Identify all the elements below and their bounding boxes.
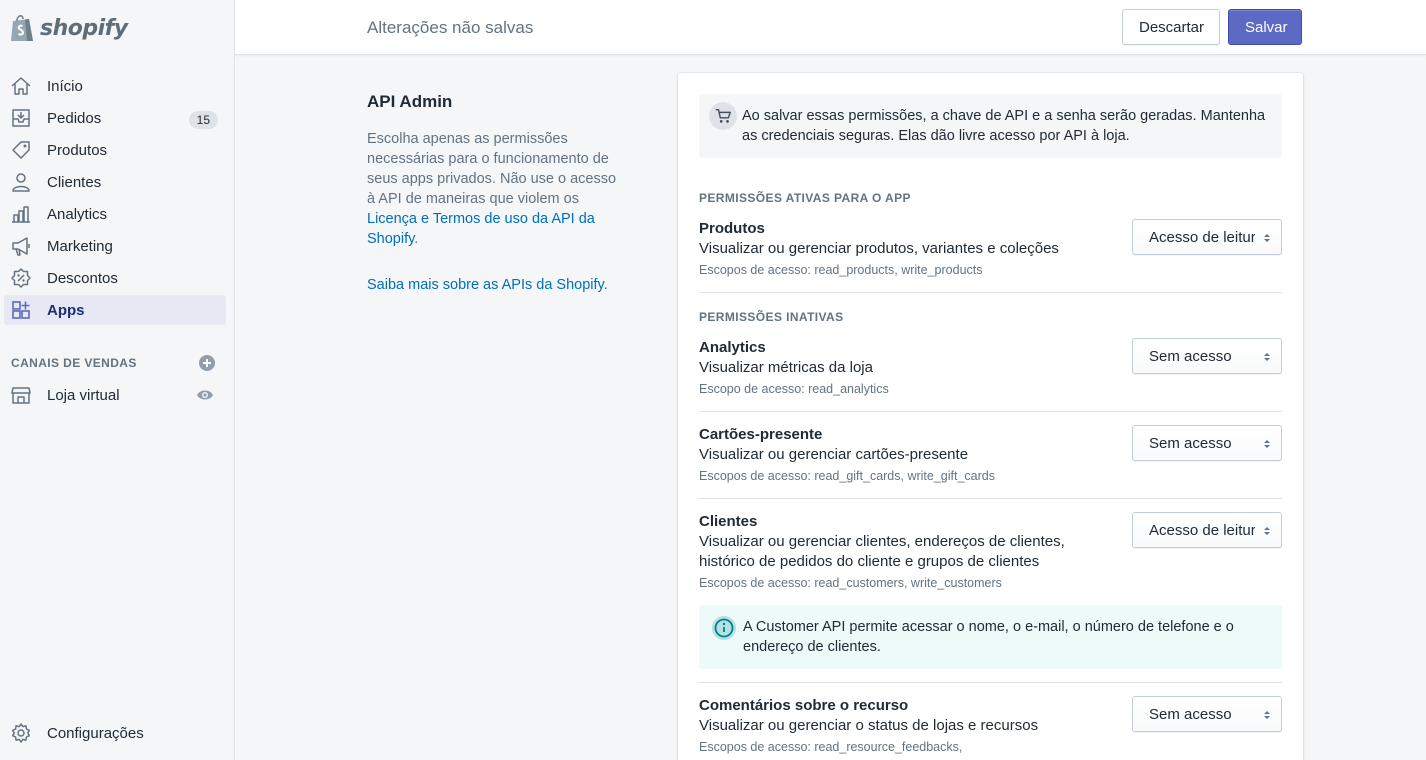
section-description: Escolha apenas as permissões necessárias… xyxy=(367,129,619,249)
sales-channels-title: CANAIS DE VENDAS xyxy=(11,356,137,370)
description-text: Escolha apenas as permissões necessárias… xyxy=(367,131,617,207)
shopify-bag-icon xyxy=(11,15,33,41)
access-select-analytics[interactable]: Sem acesso xyxy=(1132,338,1282,374)
api-admin-description: API Admin Escolha apenas as permissões n… xyxy=(367,92,619,293)
orders-count-badge: 15 xyxy=(188,111,218,129)
sidebar-item-configuracoes[interactable]: Configurações xyxy=(4,718,226,748)
section-title: API Admin xyxy=(367,92,453,111)
unsaved-changes-title: Alterações não salvas xyxy=(367,18,534,37)
shopify-logo[interactable]: shopify xyxy=(10,12,128,44)
info-banner-text: A Customer API permite acessar o nome, o… xyxy=(743,619,1234,655)
access-select-clientes[interactable]: Acesso de leitura xyxy=(1132,512,1282,548)
permission-description: Visualizar ou gerenciar o status de loja… xyxy=(699,717,1039,734)
permission-comentarios-recurso: Comentários sobre o recurso Visualizar o… xyxy=(699,696,1282,756)
megaphone-icon xyxy=(10,235,32,257)
sidebar-item-label: Configurações xyxy=(47,724,144,742)
active-permissions-title: PERMISSÕES ATIVAS PARA O APP xyxy=(699,191,911,205)
person-icon xyxy=(10,171,32,193)
bar-chart-icon xyxy=(10,203,32,225)
permissions-card: Ao salvar essas permissões, a chave de A… xyxy=(678,73,1303,760)
terms-link[interactable]: Licença e Termos de uso da API da Shopif… xyxy=(367,211,595,247)
select-value: Acesso de leitura xyxy=(1149,229,1255,246)
eye-icon[interactable] xyxy=(196,387,214,403)
permission-produtos: Produtos Visualizar ou gerenciar produto… xyxy=(699,219,1282,279)
info-icon xyxy=(712,616,736,640)
permission-cartoes-presente: Cartões-presente Visualizar ou gerenciar… xyxy=(699,425,1282,485)
permission-analytics: Analytics Visualizar métricas da loja Es… xyxy=(699,338,1282,398)
sidebar-item-label: Clientes xyxy=(47,173,102,191)
sidebar-item-analytics[interactable]: Analytics xyxy=(4,199,226,229)
sidebar-item-descontos[interactable]: Descontos xyxy=(4,263,226,293)
save-button[interactable]: Salvar xyxy=(1228,9,1302,45)
select-arrows-icon xyxy=(1264,353,1270,361)
sidebar-item-label: Marketing xyxy=(47,237,113,255)
learn-more-link[interactable]: Saiba mais sobre as APIs da Shopify xyxy=(367,277,604,293)
permission-scope: Escopos de acesso: read_products, write_… xyxy=(699,263,983,277)
learn-more-period: . xyxy=(603,277,608,293)
select-value: Sem acesso xyxy=(1149,706,1232,723)
sidebar-item-clientes[interactable]: Clientes xyxy=(4,167,226,197)
select-arrows-icon xyxy=(1264,234,1270,242)
sidebar-item-label: Produtos xyxy=(47,141,108,159)
orders-icon xyxy=(10,107,32,129)
select-arrows-icon xyxy=(1264,711,1270,719)
discard-button[interactable]: Descartar xyxy=(1122,9,1220,45)
access-select-cartoes-presente[interactable]: Sem acesso xyxy=(1132,425,1282,461)
sidebar-item-apps[interactable]: Apps xyxy=(4,295,226,325)
sidebar-item-loja-virtual[interactable]: Loja virtual xyxy=(4,380,226,410)
permission-description: Visualizar ou gerenciar clientes, endere… xyxy=(699,533,1065,570)
select-value: Sem acesso xyxy=(1149,435,1232,452)
description-period: . xyxy=(414,231,419,247)
sidebar-item-label: Loja virtual xyxy=(47,386,120,404)
divider xyxy=(699,411,1282,412)
select-value: Sem acesso xyxy=(1149,348,1232,365)
permission-description: Visualizar ou gerenciar cartões-presente xyxy=(699,446,969,463)
learn-more-line: Saiba mais sobre as APIs da Shopify. xyxy=(367,277,619,293)
divider xyxy=(699,682,1282,683)
divider xyxy=(699,498,1282,499)
sidebar-item-marketing[interactable]: Marketing xyxy=(4,231,226,261)
notice-text: Ao salvar essas permissões, a chave de A… xyxy=(742,108,1266,144)
sales-channels-header: CANAIS DE VENDAS xyxy=(11,352,216,374)
sidebar: shopify Início Pedidos 15 Produtos Clien… xyxy=(0,0,235,760)
customer-api-info-banner: A Customer API permite acessar o nome, o… xyxy=(699,605,1282,669)
brand-name: shopify xyxy=(40,15,128,41)
permission-description: Visualizar métricas da loja xyxy=(699,359,873,376)
store-key-icon xyxy=(709,102,737,130)
home-icon xyxy=(10,75,32,97)
sidebar-item-label: Descontos xyxy=(47,269,118,287)
discount-icon xyxy=(10,267,32,289)
tag-icon xyxy=(10,139,32,161)
permission-scope: Escopos de acesso: read_resource_feedbac… xyxy=(699,740,963,754)
permission-scope: Escopos de acesso: read_customers, write… xyxy=(699,576,1002,590)
storefront-icon xyxy=(10,384,32,406)
sidebar-item-label: Início xyxy=(47,77,83,95)
apps-icon xyxy=(10,299,32,321)
sidebar-item-inicio[interactable]: Início xyxy=(4,71,226,101)
credentials-notice: Ao salvar essas permissões, a chave de A… xyxy=(699,94,1282,158)
divider xyxy=(699,292,1282,293)
sidebar-item-label: Apps xyxy=(47,301,85,319)
access-select-produtos[interactable]: Acesso de leitura xyxy=(1132,219,1282,255)
contextual-save-bar: Alterações não salvas Descartar Salvar xyxy=(235,0,1426,55)
sidebar-item-produtos[interactable]: Produtos xyxy=(4,135,226,165)
select-value: Acesso de leitura xyxy=(1149,522,1255,539)
gear-icon xyxy=(10,722,32,744)
main-nav: Início Pedidos 15 Produtos Clientes Anal… xyxy=(4,71,226,327)
permission-clientes: Clientes Visualizar ou gerenciar cliente… xyxy=(699,512,1282,592)
permission-scope: Escopos de acesso: read_gift_cards, writ… xyxy=(699,469,995,483)
add-channel-icon[interactable] xyxy=(198,354,216,372)
select-arrows-icon xyxy=(1264,527,1270,535)
select-arrows-icon xyxy=(1264,440,1270,448)
sidebar-item-label: Analytics xyxy=(47,205,108,223)
access-select-comentarios-recurso[interactable]: Sem acesso xyxy=(1132,696,1282,732)
inactive-permissions-title: PERMISSÕES INATIVAS xyxy=(699,310,844,324)
sidebar-item-label: Pedidos xyxy=(47,109,102,127)
sidebar-item-pedidos[interactable]: Pedidos 15 xyxy=(4,103,226,133)
permission-description: Visualizar ou gerenciar produtos, varian… xyxy=(699,240,1059,257)
permission-scope: Escopo de acesso: read_analytics xyxy=(699,382,889,396)
